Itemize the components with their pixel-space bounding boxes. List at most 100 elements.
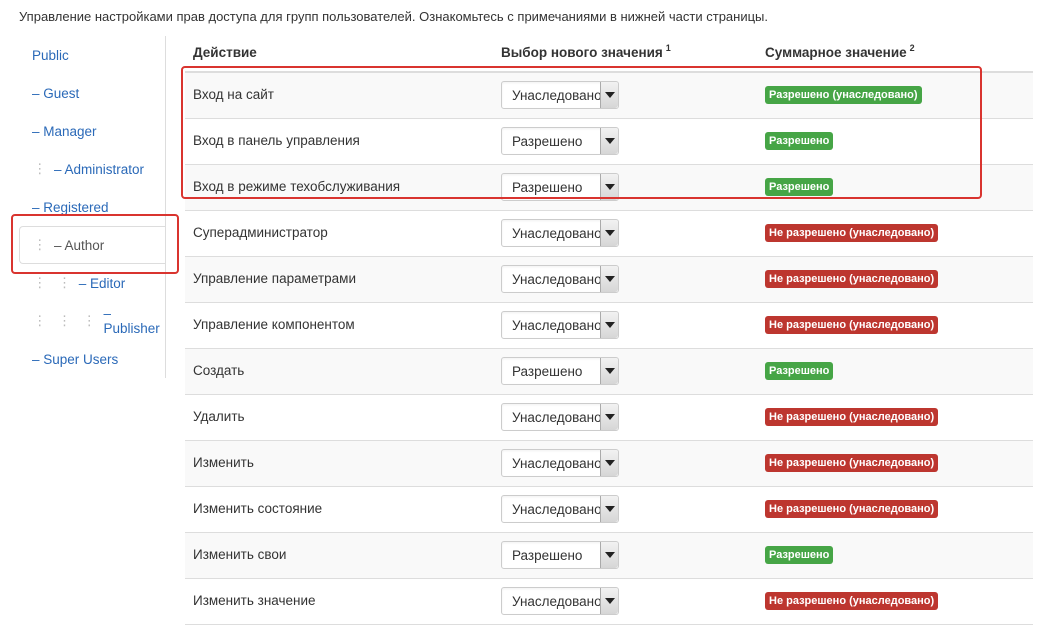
caret-down-icon bbox=[605, 92, 615, 98]
dropdown-button[interactable] bbox=[600, 542, 618, 568]
action-label: Изменить свои bbox=[193, 547, 287, 562]
permission-select[interactable]: Разрешено bbox=[501, 127, 619, 155]
select-value: Разрешено bbox=[512, 548, 583, 563]
select-value: Унаследовано bbox=[512, 226, 602, 241]
header-note-2: 2 bbox=[909, 43, 915, 53]
table-row: Изменить значение Унаследовано Не разреш… bbox=[185, 579, 1033, 625]
dropdown-button[interactable] bbox=[600, 128, 618, 154]
tree-item-label: – Guest bbox=[32, 85, 80, 101]
select-value: Унаследовано bbox=[512, 456, 602, 471]
result-badge: Не разрешено (унаследовано) bbox=[765, 316, 939, 334]
permission-select[interactable]: Унаследовано bbox=[501, 449, 619, 477]
dropdown-button[interactable] bbox=[600, 404, 618, 430]
tree-item-label: – Manager bbox=[32, 123, 97, 139]
tree-guide-icon: ⋮ bbox=[33, 237, 55, 252]
caret-down-icon bbox=[605, 322, 615, 328]
result-badge: Разрешено (унаследовано) bbox=[765, 86, 922, 104]
select-value: Разрешено bbox=[512, 180, 583, 195]
select-value: Разрешено bbox=[512, 364, 583, 379]
dropdown-button[interactable] bbox=[600, 358, 618, 384]
header-calculated-value: Суммарное значение 2 bbox=[765, 43, 915, 60]
permission-select[interactable]: Разрешено bbox=[501, 541, 619, 569]
tree-item-registered[interactable]: – Registered bbox=[19, 188, 165, 226]
select-value: Унаследовано bbox=[512, 502, 602, 517]
caret-down-icon bbox=[605, 230, 615, 236]
result-badge: Не разрешено (унаследовано) bbox=[765, 408, 939, 426]
caret-down-icon bbox=[605, 414, 615, 420]
permission-select[interactable]: Разрешено bbox=[501, 173, 619, 201]
action-label: Управление параметрами bbox=[193, 271, 356, 286]
select-value: Разрешено bbox=[512, 134, 583, 149]
dropdown-button[interactable] bbox=[600, 588, 618, 614]
tree-guide-icon: ⋮ ⋮ ⋮ bbox=[33, 313, 104, 328]
group-tree-sidebar: Public – Guest – Manager ⋮ – Administrat… bbox=[19, 36, 166, 378]
result-badge: Не разрешено (унаследовано) bbox=[765, 500, 939, 518]
permission-select[interactable]: Унаследовано bbox=[501, 311, 619, 339]
select-value: Унаследовано bbox=[512, 272, 602, 287]
select-value: Унаследовано bbox=[512, 318, 602, 333]
table-row: Суперадминистратор Унаследовано Не разре… bbox=[185, 211, 1033, 257]
table-row: Изменить состояние Унаследовано Не разре… bbox=[185, 487, 1033, 533]
tree-item-label: – Publisher bbox=[103, 306, 160, 336]
caret-down-icon bbox=[605, 460, 615, 466]
dropdown-button[interactable] bbox=[600, 266, 618, 292]
caret-down-icon bbox=[605, 184, 615, 190]
action-label: Создать bbox=[193, 363, 245, 378]
action-label: Удалить bbox=[193, 409, 245, 424]
result-badge: Не разрешено (унаследовано) bbox=[765, 592, 939, 610]
dropdown-button[interactable] bbox=[600, 82, 618, 108]
action-label: Изменить bbox=[193, 455, 254, 470]
table-row: Управление параметрами Унаследовано Не р… bbox=[185, 257, 1033, 303]
caret-down-icon bbox=[605, 552, 615, 558]
caret-down-icon bbox=[605, 138, 615, 144]
permission-select[interactable]: Разрешено bbox=[501, 357, 619, 385]
dropdown-button[interactable] bbox=[600, 312, 618, 338]
table-row: Изменить свои Разрешено Разрешено bbox=[185, 533, 1033, 579]
permission-select[interactable]: Унаследовано bbox=[501, 495, 619, 523]
table-row: Вход в панель управления Разрешено Разре… bbox=[185, 119, 1033, 165]
permission-select[interactable]: Унаследовано bbox=[501, 219, 619, 247]
permission-select[interactable]: Унаследовано bbox=[501, 587, 619, 615]
result-badge: Не разрешено (унаследовано) bbox=[765, 454, 939, 472]
action-label: Вход в режиме техобслуживания bbox=[193, 179, 401, 194]
tree-item-label: – Registered bbox=[32, 199, 109, 215]
tree-item-guest[interactable]: – Guest bbox=[19, 74, 165, 112]
caret-down-icon bbox=[605, 506, 615, 512]
tree-item-label: – Super Users bbox=[32, 351, 119, 367]
permission-select[interactable]: Унаследовано bbox=[501, 81, 619, 109]
tree-item-manager[interactable]: – Manager bbox=[19, 112, 165, 150]
result-badge: Разрешено bbox=[765, 132, 834, 150]
header-note-1: 1 bbox=[665, 43, 671, 53]
tree-item-super-users[interactable]: – Super Users bbox=[19, 340, 165, 378]
permission-select[interactable]: Унаследовано bbox=[501, 265, 619, 293]
tree-item-administrator[interactable]: ⋮ – Administrator bbox=[19, 150, 165, 188]
tree-item-editor[interactable]: ⋮ ⋮ – Editor bbox=[19, 264, 165, 302]
tree-item-publisher[interactable]: ⋮ ⋮ ⋮ – Publisher bbox=[19, 302, 165, 340]
dropdown-button[interactable] bbox=[600, 450, 618, 476]
caret-down-icon bbox=[605, 598, 615, 604]
page-intro-text: Управление настройками прав доступа для … bbox=[19, 9, 768, 24]
result-badge: Не разрешено (унаследовано) bbox=[765, 224, 939, 242]
dropdown-button[interactable] bbox=[600, 496, 618, 522]
table-row: Вход на сайт Унаследовано Разрешено (уна… bbox=[185, 73, 1033, 119]
permission-select[interactable]: Унаследовано bbox=[501, 403, 619, 431]
table-row: Удалить Унаследовано Не разрешено (унасл… bbox=[185, 395, 1033, 441]
result-badge: Разрешено bbox=[765, 178, 834, 196]
action-label: Изменить значение bbox=[193, 593, 316, 608]
tree-item-label: – Editor bbox=[78, 275, 126, 291]
tree-item-label: Public bbox=[32, 47, 69, 63]
dropdown-button[interactable] bbox=[600, 220, 618, 246]
table-row: Управление компонентом Унаследовано Не р… bbox=[185, 303, 1033, 349]
dropdown-button[interactable] bbox=[600, 174, 618, 200]
action-label: Вход на сайт bbox=[193, 87, 274, 102]
permissions-table: Действие Выбор нового значения 1 Суммарно… bbox=[185, 40, 1033, 625]
result-badge: Не разрешено (унаследовано) bbox=[765, 270, 939, 288]
table-row: Создать Разрешено Разрешено bbox=[185, 349, 1033, 395]
table-row: Изменить Унаследовано Не разрешено (унас… bbox=[185, 441, 1033, 487]
tree-item-author[interactable]: ⋮ – Author bbox=[19, 226, 165, 264]
result-badge: Разрешено bbox=[765, 362, 834, 380]
action-label: Изменить состояние bbox=[193, 501, 323, 516]
tree-item-public[interactable]: Public bbox=[19, 36, 165, 74]
header-new-value: Выбор нового значения 1 bbox=[501, 43, 671, 60]
tree-item-label: – Author bbox=[54, 237, 105, 253]
